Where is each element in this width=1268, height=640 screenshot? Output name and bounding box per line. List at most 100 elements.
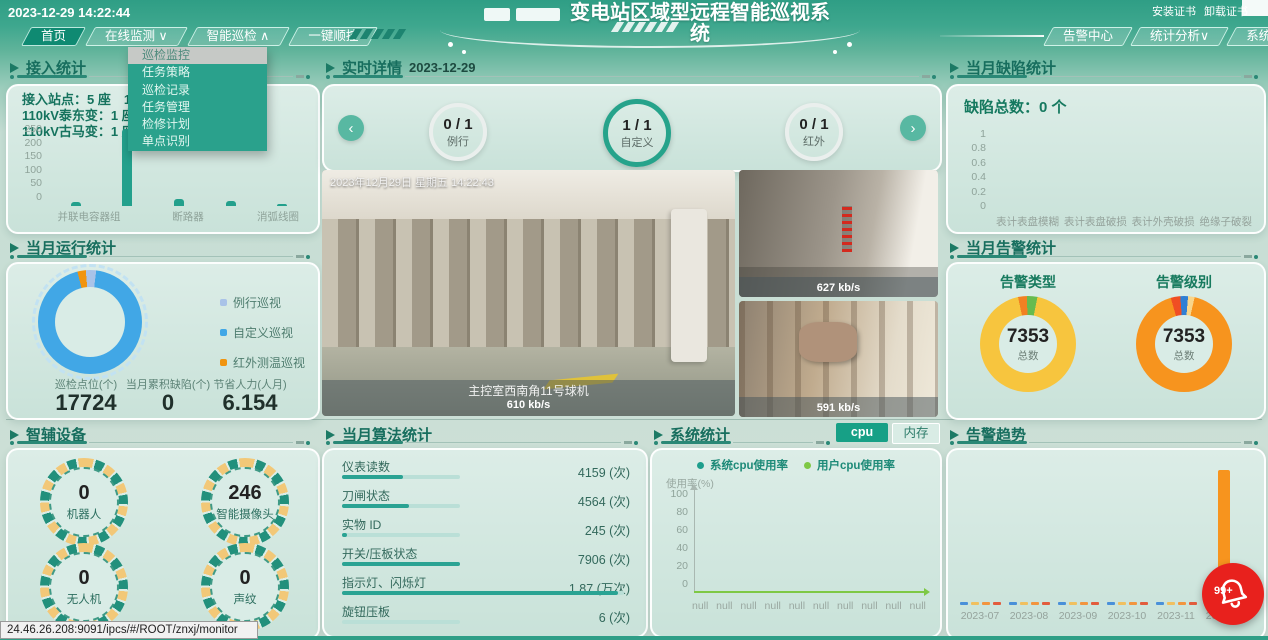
operation-legend: 例行巡视 自定义巡视 红外测温巡视 bbox=[220, 294, 305, 371]
slash-decoration bbox=[614, 22, 676, 32]
tab-online-monitoring[interactable]: 在线监测 ∨ bbox=[90, 27, 183, 46]
algorithm-value: 6 (次) bbox=[599, 607, 630, 626]
tab-memory[interactable]: 内存 bbox=[892, 423, 940, 444]
video-timestamp: 2023年12月29日 星期五 14:22:43 bbox=[330, 174, 494, 190]
menu-item-task-management[interactable]: 任务管理 bbox=[128, 99, 267, 116]
nav-line-decoration bbox=[940, 35, 1044, 37]
legend-item-infrared[interactable]: 红外测温巡视 bbox=[220, 354, 305, 371]
algorithm-value: 7906 (次) bbox=[578, 549, 630, 568]
x-axis-label: 2023-07 bbox=[955, 610, 1005, 622]
panel-defect-stats: 缺陷总数：0 个 10.8 0.60.4 0.20 表计表盘模糊表计表盘破损 表… bbox=[946, 84, 1266, 234]
video-info-band: 627 kb/s bbox=[739, 277, 938, 297]
alarm-level-donut: 7353 总数 bbox=[1136, 296, 1232, 392]
bitrate: 610 kb/s bbox=[322, 399, 735, 411]
bar bbox=[71, 202, 81, 206]
nav-right: 告警中心 统计分析∨ 系统配置 bbox=[1048, 27, 1268, 46]
panel-underline bbox=[10, 254, 310, 259]
panel-arrow-icon bbox=[326, 430, 335, 440]
legend-item-custom[interactable]: 自定义巡视 bbox=[220, 324, 305, 341]
panel-arrow-icon bbox=[950, 243, 959, 253]
tab-statistics-analysis[interactable]: 统计分析∨ bbox=[1135, 27, 1224, 46]
gauge-voiceprint: 0声纹 bbox=[201, 543, 289, 631]
tab-smart-inspection[interactable]: 智能巡检 ∧ bbox=[192, 27, 285, 46]
x-axis-labels: 表计表盘模糊表计表盘破损 表计外壳破损绝缘子破裂 bbox=[996, 214, 1252, 229]
algorithm-value: 4159 (次) bbox=[578, 462, 630, 481]
y-axis-arrow bbox=[690, 484, 698, 490]
camera-feed-1[interactable]: 627 kb/s bbox=[739, 170, 938, 297]
smart-inspection-dropdown: 巡检监控 任务策略 巡检记录 任务管理 检修计划 单点识别 bbox=[128, 47, 267, 151]
panel-underline bbox=[950, 440, 1258, 445]
y-axis-line bbox=[694, 490, 695, 592]
legend-item-routine[interactable]: 例行巡视 bbox=[220, 294, 305, 311]
logo-redacted bbox=[516, 8, 560, 21]
alarm-bell-button[interactable]: 99+ bbox=[1202, 563, 1264, 625]
y-axis-ticks: 10080 6040 200 bbox=[662, 488, 688, 590]
bell-badge-count: 99+ bbox=[1214, 585, 1233, 597]
carousel-prev-button[interactable]: ‹ bbox=[338, 115, 364, 141]
panel-alarm-stats: 告警类型 告警级别 7353 总数 7353 总数 bbox=[946, 262, 1266, 420]
panel-algorithm-stats: 仪表读数 4159 (次) 刀闸状态 4564 (次) 实物 ID 245 (次… bbox=[322, 448, 648, 638]
panel-underline bbox=[326, 440, 638, 445]
alarm-type-total: 7353 bbox=[1007, 326, 1049, 348]
carousel-item-routine[interactable]: 0 / 1例行 bbox=[429, 103, 487, 161]
panel-underline bbox=[326, 74, 936, 79]
gauge-drone: 0无人机 bbox=[40, 543, 128, 631]
carousel-next-button[interactable]: › bbox=[900, 115, 926, 141]
gauge-smart-camera: 246智能摄像头 bbox=[201, 458, 289, 546]
corner-popup-fragment bbox=[1242, 0, 1268, 16]
x-axis-arrow bbox=[924, 588, 930, 596]
dashboard-root: 2023-12-29 14:22:44 变电站区域型远程智能巡视系统 安装证书 … bbox=[0, 0, 1268, 640]
curve-dot bbox=[833, 50, 837, 54]
carousel-item-infrared[interactable]: 0 / 1红外 bbox=[785, 103, 843, 161]
chevron-down-icon: ∨ bbox=[1200, 29, 1209, 43]
x-axis-label: 2023-10 bbox=[1102, 610, 1152, 622]
camera-feed-2[interactable]: 591 kb/s bbox=[739, 301, 938, 417]
legend-item-system-cpu[interactable]: 系统cpu使用率 bbox=[697, 457, 788, 473]
menu-item-inspection-monitor[interactable]: 巡检监控 bbox=[128, 47, 267, 64]
main-video-feed[interactable]: 2023年12月29日 星期五 14:22:43 主控室西南角11号球机 610… bbox=[322, 170, 735, 416]
chevron-down-icon: ∨ bbox=[159, 29, 168, 43]
panel-arrow-icon bbox=[10, 63, 19, 73]
x-axis-label: 2023-08 bbox=[1004, 610, 1054, 622]
y-axis-ticks: 10.8 0.60.4 0.20 bbox=[960, 128, 986, 212]
donut-hole bbox=[55, 287, 125, 357]
panel-underline bbox=[950, 254, 1258, 259]
alarm-type-total-label: 总数 bbox=[1018, 348, 1039, 363]
y-axis-ticks: 250200 150100 500 bbox=[16, 123, 42, 203]
tab-system-config[interactable]: 系统配置 bbox=[1231, 27, 1268, 46]
tab-alarm-center[interactable]: 告警中心 bbox=[1048, 27, 1128, 46]
panel-arrow-icon bbox=[654, 430, 663, 440]
menu-item-task-strategy[interactable]: 任务策略 bbox=[128, 64, 267, 81]
menu-item-inspection-records[interactable]: 巡检记录 bbox=[128, 82, 267, 99]
tab-cpu[interactable]: cpu bbox=[836, 423, 888, 442]
alarm-level-total-label: 总数 bbox=[1174, 348, 1195, 363]
trend-near-zero-bars bbox=[1009, 602, 1050, 605]
legend-item-user-cpu[interactable]: 用户cpu使用率 bbox=[804, 457, 895, 473]
panel-arrow-icon bbox=[326, 63, 335, 73]
chevron-up-icon: ∧ bbox=[260, 29, 269, 43]
trend-near-zero-bars bbox=[1107, 602, 1148, 605]
tab-home[interactable]: 首页 bbox=[26, 27, 81, 46]
logo-redacted bbox=[484, 8, 510, 21]
bar bbox=[277, 204, 287, 206]
panel-arrow-icon bbox=[950, 63, 959, 73]
x-axis-label: 2023-09 bbox=[1053, 610, 1103, 622]
x-axis-line bbox=[694, 591, 924, 593]
stat-value-manpower: 6.154 bbox=[200, 390, 300, 416]
nav-left: 首页 在线监测 ∨ 智能巡检 ∧ 一键顺控 bbox=[26, 27, 373, 46]
system-legend: 系统cpu使用率 用户cpu使用率 bbox=[652, 457, 940, 473]
gauge-robot: 0机器人 bbox=[40, 458, 128, 546]
trend-near-zero-bars bbox=[1156, 602, 1197, 605]
x-axis-labels: nullnullnull nullnullnull nullnullnull n… bbox=[692, 600, 926, 612]
menu-item-single-point-recognition[interactable]: 单点识别 bbox=[128, 133, 267, 150]
page-title: 变电站区域型远程智能巡视系统 bbox=[566, 3, 834, 45]
carousel-item-custom[interactable]: 1 / 1自定义 bbox=[603, 99, 671, 167]
header-datetime: 2023-12-29 14:22:44 bbox=[8, 5, 130, 20]
menu-item-maintenance-plan[interactable]: 检修计划 bbox=[128, 116, 267, 133]
install-cert-link[interactable]: 安装证书 bbox=[1152, 3, 1196, 19]
bitrate: 627 kb/s bbox=[817, 282, 860, 294]
curve-dot bbox=[448, 42, 453, 47]
alarm-level-heading: 告警级别 bbox=[1136, 272, 1232, 292]
x-axis-label: 2023-11 bbox=[1151, 610, 1201, 622]
operation-donut-chart bbox=[38, 270, 142, 374]
